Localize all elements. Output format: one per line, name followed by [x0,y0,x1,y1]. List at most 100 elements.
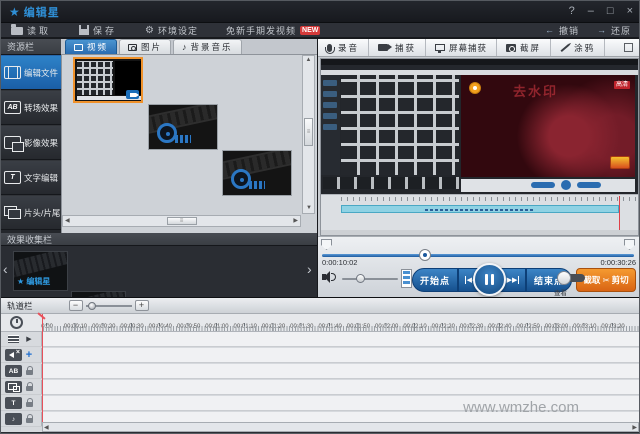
view-toggle[interactable] [557,271,571,285]
trim-end-handle[interactable] [624,239,635,250]
clock-icon [10,316,23,329]
extract-button[interactable]: 截取 [583,274,600,286]
timeline-hscrollbar[interactable]: ◀ ▶ [42,422,639,432]
promo-button[interactable]: 免新手期发视频NEW [226,24,320,37]
clip-film-icon [402,270,411,287]
video-track-icon [5,333,22,345]
grid-hscrollbar[interactable]: ◀ ≡ ▶ [62,215,301,227]
pause-icon [485,274,488,285]
tab-bgm[interactable]: ♪背景音乐 [173,39,242,54]
text-edit-icon: T [4,171,21,184]
preview-nested-timeline [321,194,639,230]
effect-thumbnail[interactable]: ★ 编辑星 [13,251,68,291]
timeline-zoom-slider[interactable] [86,305,132,307]
pen-icon [561,44,570,52]
lock-icon[interactable] [26,402,33,407]
video-overlay-text: 去水印 [513,81,558,100]
timeline-scroll-left-icon[interactable]: ◀ [44,424,49,431]
track-add-icon[interactable]: + [26,349,32,361]
next-icon: ▶▶ [507,276,520,284]
track-row-overlay[interactable] [1,380,640,395]
vscroll-thumb[interactable]: ≡ [304,118,313,146]
volume-slider[interactable] [342,278,398,280]
camera-badge-icon [126,90,139,99]
grid-vscrollbar[interactable]: ▲ ≡ ▼ [302,55,315,214]
redo-button[interactable]: →还原 [597,24,631,37]
title-bar: ★ 编辑星 ? – □ × [1,1,640,23]
preview-nested-sidebar [321,75,340,175]
volume-knob[interactable] [356,274,365,283]
tab-image[interactable]: 图片 [119,39,171,54]
close-icon[interactable]: × [627,6,633,17]
effects-prev-icon[interactable]: ‹ [3,262,8,276]
preview-nested-video: 去水印 高清 [461,75,635,177]
hscroll-thumb[interactable]: ≡ [167,217,197,225]
maximize-icon[interactable]: □ [607,6,614,17]
cut-button[interactable]: 剪切 [612,274,629,286]
screen-capture-button[interactable]: 屏幕捕获 [426,39,497,56]
video-thumbnail[interactable] [148,104,218,150]
music-track-icon: ♪ [5,413,22,425]
start-point-button[interactable]: 开始点 [412,268,458,292]
scroll-left-icon[interactable]: ◀ [65,217,70,225]
timeline: 轨道栏 − + 0:0000:00:1000:00:2000:00:3000:0… [1,297,640,434]
tab-video[interactable]: 视频 [65,39,117,54]
track-row-transition[interactable]: AB [1,364,640,379]
undo-button[interactable]: ←撤销 [545,24,579,37]
sidebar-item-text-edit[interactable]: T文字编辑 [1,160,61,195]
lock-icon[interactable] [26,386,33,391]
zoom-knob[interactable] [88,302,96,310]
sidebar-item-intro-outro[interactable]: 片头/片尾 [1,195,61,230]
time-current: 0:00:10:02 [322,258,357,267]
cut-button-group[interactable]: 截取 ✂ 剪切 [576,268,636,292]
playhead[interactable] [42,314,43,422]
timeline-scroll-right-icon[interactable]: ▶ [632,424,637,431]
transition-track-icon: AB [5,365,22,377]
screenshot-button[interactable]: 截屏 [497,39,551,56]
minimize-icon[interactable]: – [588,6,594,17]
capture-toolbar: 录音 捕获 屏幕捕获 截屏 涂鸦 [318,39,640,57]
zoom-out-button[interactable]: − [69,300,83,311]
seek-bar[interactable] [322,254,634,257]
sidebar-item-transitions[interactable]: AB转场效果 [1,90,61,125]
speaker-icon[interactable] [322,271,336,283]
sidebar-item-edit-files[interactable]: 编辑文件 [1,55,61,90]
scissors-icon: ✂ [602,275,609,286]
save-button[interactable]: 保存 [79,24,117,37]
view-label: 查看 [554,287,567,297]
capture-preview-panel: 录音 捕获 屏幕捕获 截屏 涂鸦 去水印 高清 [317,39,640,297]
detach-window-icon[interactable] [624,43,633,52]
video-thumbnail[interactable] [222,150,292,196]
lock-icon[interactable] [26,418,33,423]
transition-icon: AB [4,101,21,114]
doodle-button[interactable]: 涂鸦 [551,39,605,56]
resource-panel: 资源栏 编辑文件 AB转场效果 影像效果 T文字编辑 片头/片尾 视频 图片 ♪… [1,39,317,297]
effects-collection-bar: ‹ ★ 编辑星 ★ 编辑星 ★ 编辑星 ★ 编辑星 ★ 编辑星 › [1,246,317,297]
lock-icon[interactable] [26,370,33,375]
settings-button[interactable]: ⚙环境设定 [145,24,198,37]
zoom-in-button[interactable]: + [135,300,149,311]
redo-icon: → [597,25,607,35]
music-note-icon: ♪ [182,42,187,52]
preview-nested-grid [341,75,459,175]
scroll-up-icon[interactable]: ▲ [303,56,314,64]
record-audio-button[interactable]: 录音 [318,39,369,56]
seek-knob[interactable] [419,249,431,261]
video-thumbnail-selected[interactable] [73,57,143,103]
capture-button[interactable]: 捕获 [369,39,426,56]
sidebar-item-video-effects[interactable]: 影像效果 [1,125,61,160]
open-button[interactable]: 读取 [11,24,51,37]
track-row-audio[interactable]: + [1,348,640,363]
timeline-title: 轨道栏 [7,300,33,312]
pause-button[interactable] [473,263,506,296]
track-row-video[interactable]: ▶ [1,332,640,347]
scroll-down-icon[interactable]: ▼ [306,204,312,212]
effects-next-icon[interactable]: › [307,262,312,276]
screen-icon [435,44,445,51]
playback-panel: 0:00:10:02 0:00:30:26 开始点 ◀◀ ▶▶ 结束点 截取 ✂… [318,236,640,297]
camcorder-icon [378,44,388,51]
track-play-icon[interactable]: ▶ [22,335,36,343]
trim-start-handle[interactable] [321,239,332,250]
scroll-right-icon[interactable]: ▶ [293,217,298,225]
help-icon[interactable]: ? [569,6,575,17]
